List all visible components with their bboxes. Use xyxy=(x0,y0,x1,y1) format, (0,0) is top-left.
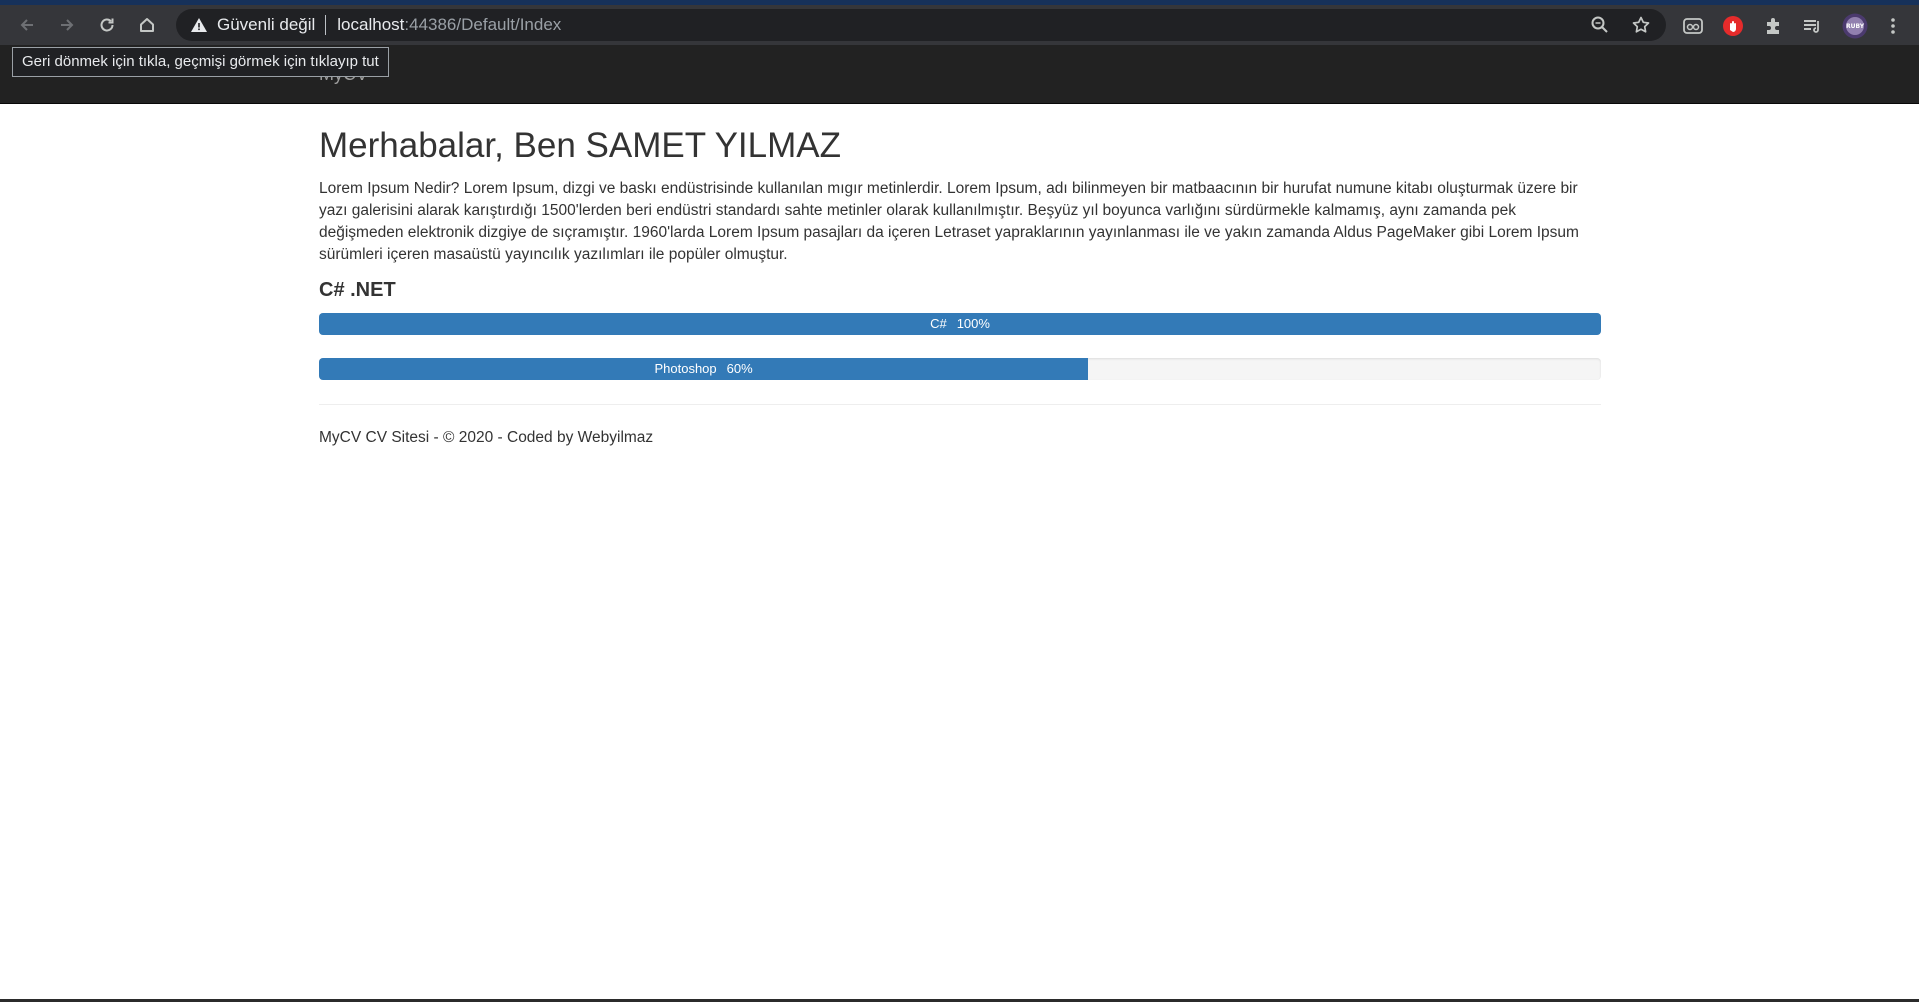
reading-list-icon[interactable] xyxy=(1801,15,1823,37)
extension-reader-icon[interactable] xyxy=(1682,15,1704,37)
svg-text:RUBY: RUBY xyxy=(1846,23,1865,30)
reload-icon xyxy=(100,18,114,32)
back-arrow-icon xyxy=(20,19,33,31)
security-label[interactable]: Güvenli değil xyxy=(217,15,315,35)
back-button-tooltip: Geri dönmek için tıkla, geçmişi görmek i… xyxy=(12,47,389,77)
browser-toolbar: Güvenli değil localhost:44386/Default/In… xyxy=(0,5,1919,45)
skill-progress-csharp: C# 100% xyxy=(319,313,1601,335)
reload-button[interactable] xyxy=(93,11,121,39)
url-host[interactable]: localhost xyxy=(337,15,404,35)
profile-avatar[interactable]: RUBY xyxy=(1842,13,1868,39)
main-content: Merhabalar, Ben SAMET YILMAZ Lorem Ipsum… xyxy=(319,104,1601,448)
skill-progress-bar: Photoshop 60% xyxy=(319,358,1089,380)
skill-percent: 100% xyxy=(956,316,990,331)
skill-progress-photoshop: Photoshop 60% xyxy=(319,358,1601,380)
skills-section-title: C# .NET xyxy=(319,279,396,301)
warning-icon xyxy=(190,16,208,34)
intro-paragraph: Lorem Ipsum Nedir? Lorem Ipsum, dizgi ve… xyxy=(319,180,1579,263)
home-icon xyxy=(140,18,154,32)
home-button[interactable] xyxy=(133,11,161,39)
address-separator xyxy=(325,15,327,35)
forward-arrow-icon xyxy=(61,19,74,31)
footer-divider xyxy=(319,404,1601,405)
address-bar[interactable]: Güvenli değil localhost:44386/Default/In… xyxy=(176,9,1666,41)
browser-menu-icon[interactable] xyxy=(1882,15,1904,37)
bookmark-star-icon[interactable] xyxy=(1631,15,1651,35)
extension-adblock-icon[interactable] xyxy=(1722,15,1744,37)
back-button[interactable] xyxy=(13,11,41,39)
skill-percent: 60% xyxy=(726,361,753,376)
skill-name: Photoshop xyxy=(654,361,717,376)
page-title: Merhabalar, Ben SAMET YILMAZ xyxy=(319,126,841,165)
extensions-puzzle-icon[interactable] xyxy=(1762,15,1784,37)
url-path[interactable]: :44386/Default/Index xyxy=(404,15,561,35)
skill-name: C# xyxy=(930,316,947,331)
skill-progress-bar: C# 100% xyxy=(319,313,1601,335)
forward-button[interactable] xyxy=(53,11,81,39)
zoom-icon[interactable] xyxy=(1590,15,1610,35)
page-footer: MyCV CV Sitesi - © 2020 - Coded by Webyi… xyxy=(319,429,654,446)
